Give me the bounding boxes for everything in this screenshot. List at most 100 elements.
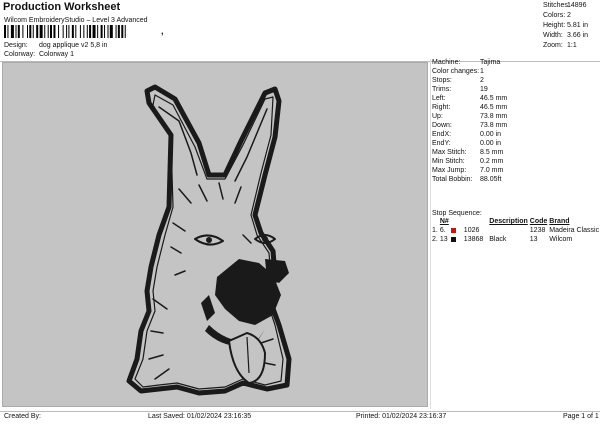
detail-label: EndX: (432, 131, 452, 138)
barcode-bar (71, 25, 74, 38)
detail-label: Max Jump: (432, 167, 467, 174)
col-n-header: N# (439, 218, 449, 225)
detail-value: 2 (480, 77, 484, 84)
detail-label: EndY: (432, 140, 451, 147)
detail-value: 0.00 in (480, 131, 502, 138)
detail-value: Tajima (480, 59, 501, 66)
barcode-bar (47, 25, 49, 38)
detail-row: Down: 73.8 mm (432, 121, 600, 130)
detail-value: 46.5 mm (480, 104, 508, 111)
detail-label: Min Stitch: (432, 158, 465, 165)
col-description-header: Description (489, 218, 528, 225)
col-brand-header: Brand (549, 218, 570, 225)
barcode-bar (104, 25, 106, 38)
colorway-row: Colorway: Colorway 1 (4, 51, 74, 58)
detail-value: 73.8 mm (480, 113, 508, 120)
thread-brand: Madeira Classic 40 (549, 227, 600, 234)
summary-colors: Colors: 2 (543, 12, 571, 19)
detail-label: Down: (432, 122, 452, 129)
design-value: dog applique v2 5,8 in (38, 42, 108, 49)
table-row: 1.6. 1026 1238Madeira Classic 40 (432, 226, 600, 235)
side-divider (430, 59, 431, 409)
color-stitches: 1026 (450, 226, 489, 235)
detail-row: Right: 46.5 mm (432, 103, 600, 112)
barcode-bar (4, 25, 6, 38)
col-index-header (432, 217, 440, 226)
summary-height: Height: 5.81 in (543, 22, 589, 29)
detail-value: 19 (480, 86, 488, 93)
detail-label: Right: (432, 104, 451, 111)
barcode-bar (10, 25, 14, 38)
table-row: 2. 13 13868 Black 13 Wilcom (432, 235, 600, 244)
barcode-bar (32, 25, 34, 38)
barcode-bar (44, 25, 46, 38)
detail-row: Trims: 19 (432, 85, 600, 94)
stop-sequence-table: N# Description Code Brand 1. 6. 1026 1238 Ma… (432, 217, 600, 244)
barcode-bar (17, 25, 20, 38)
barcode-bar (50, 25, 52, 38)
barcode-bar (115, 25, 117, 38)
barcode-bar (97, 25, 99, 38)
barcode-bar (89, 25, 92, 38)
detail-value: 0.2 mm (480, 158, 504, 165)
detail-row: Stops: 2 (432, 76, 600, 85)
barcode-bar (117, 25, 120, 38)
thread-code: 1238 (529, 227, 546, 234)
detail-value: 1 (480, 68, 484, 75)
detail-label: Stops: (432, 77, 452, 84)
detail-row: EndX: 0.00 in (432, 130, 600, 139)
stop-sequence-label: Stop Sequence: (432, 210, 482, 217)
barcode-bar (66, 25, 68, 38)
detail-label: Color changes: (432, 68, 480, 75)
detail-value: 88.05ft (480, 176, 502, 183)
detail-label: Machine: (432, 59, 461, 66)
detail-label: Trims: (432, 86, 452, 93)
color-stitches: 13868 (450, 235, 489, 244)
barcode-bar (109, 25, 113, 38)
detail-label: Left: (432, 95, 446, 102)
barcode-suffix: , (161, 26, 164, 36)
detail-value: 0.00 in (480, 140, 502, 147)
col-color-header (451, 217, 489, 226)
barcode-bar (53, 25, 56, 38)
page-number: Page 1 of 1 (563, 413, 599, 420)
barcode (4, 25, 126, 38)
barcode-bar (39, 25, 43, 38)
detail-row: Total Bobbin: 88.05ft (432, 175, 600, 184)
detail-row: Left: 46.5 mm (432, 94, 600, 103)
detail-label: Max Stitch: (432, 149, 467, 156)
summary-zoom: Zoom: 1:1 (543, 42, 577, 49)
detail-row: Machine: Tajima (432, 58, 600, 67)
thread-brand: Wilcom (549, 236, 573, 243)
barcode-bar (62, 25, 64, 38)
barcode-bar (15, 25, 17, 38)
summary-stitches: Stitches: 14896 (543, 2, 587, 9)
barcode-bar (83, 25, 85, 38)
barcode-bar (107, 25, 109, 38)
detail-row: Color changes: 1 (432, 67, 600, 76)
design-label: Design: (4, 42, 28, 49)
colorway-label: Colorway: (4, 51, 36, 58)
detail-row: Max Stitch: 8.5 mm (432, 148, 600, 157)
needle-number: 6. (439, 227, 446, 234)
barcode-bar (100, 25, 103, 38)
stitch-count: 13868 (463, 236, 484, 243)
detail-label: Up: (432, 113, 443, 120)
detail-row: EndY: 0.00 in (432, 139, 600, 148)
thread-description: Black (489, 236, 507, 243)
barcode-bar (124, 25, 126, 38)
detail-row: Up: 73.8 mm (432, 112, 600, 121)
barcode-bar (29, 25, 32, 38)
barcode-bar (92, 25, 96, 38)
dog-applique-artwork (126, 84, 292, 396)
detail-value: 46.5 mm (480, 95, 508, 102)
detail-value: 8.5 mm (480, 149, 504, 156)
col-code-header: Code (529, 218, 548, 225)
thread-description (489, 226, 530, 235)
created-by: Created By: (4, 413, 41, 420)
barcode-bar (36, 25, 39, 38)
printed-date: Printed: 01/02/2024 23:16:37 (356, 413, 447, 420)
barcode-bar (121, 25, 124, 38)
barcode-bar (86, 25, 88, 38)
last-saved: Last Saved: 01/02/2024 23:16:35 (148, 413, 252, 420)
